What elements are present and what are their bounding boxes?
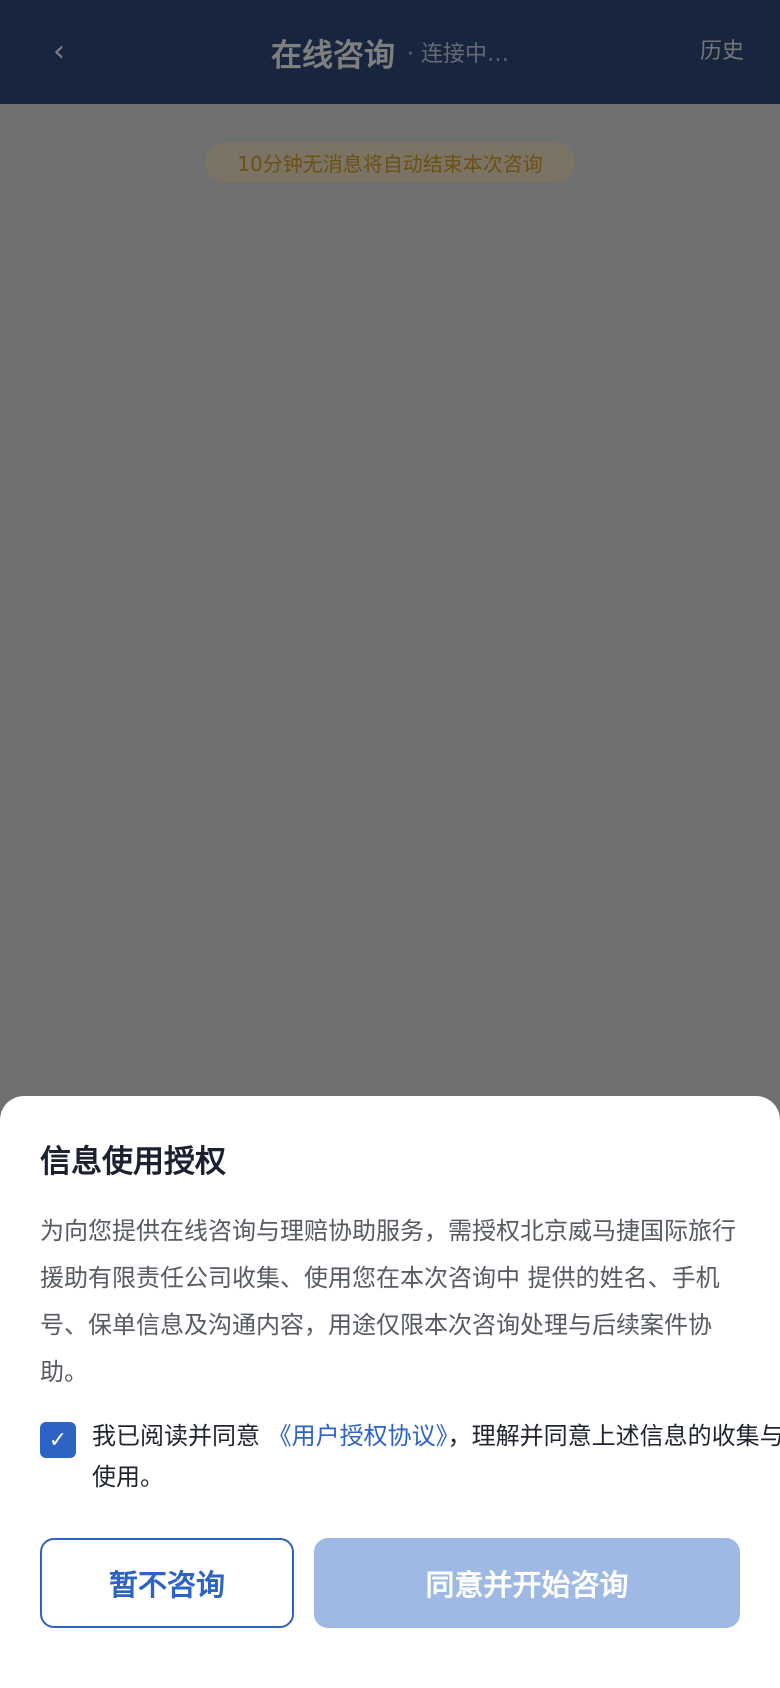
accept-start-button[interactable]: 同意并开始咨询: [314, 1538, 740, 1628]
authorization-description: 为向您提供在线咨询与理赔协助服务，需授权北京威马捷国际旅行援助有限责任公司收集、…: [40, 1217, 736, 1386]
user-agreement-link[interactable]: 《用户授权协议》: [268, 1422, 448, 1450]
agreement-prefix: 我已阅读并同意: [92, 1422, 268, 1450]
sheet-title: 信息使用授权: [40, 1144, 226, 1180]
agreement-text: 我已阅读并同意 《用户授权协议》，理解并同意上述信息的收集与使用。: [92, 1416, 780, 1498]
checkmark-icon: ✓: [48, 1427, 68, 1453]
agree-checkbox[interactable]: ✓: [40, 1422, 76, 1458]
decline-button[interactable]: 暂不咨询: [40, 1538, 294, 1628]
authorization-sheet: 信息使用授权 为向您提供在线咨询与理赔协助服务，需授权北京威马捷国际旅行援助有限…: [0, 1096, 780, 1688]
